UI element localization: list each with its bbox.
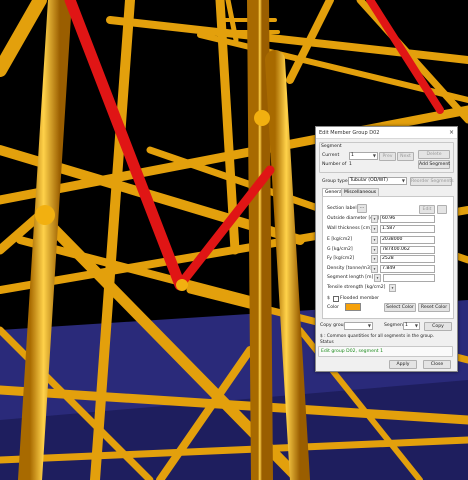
current-label: Current: [322, 153, 340, 158]
add-segment-button[interactable]: Add Segment: [418, 160, 450, 169]
fy-input[interactable]: 2528: [380, 255, 435, 263]
e-label: E [kg/cm2]: [327, 237, 353, 242]
copy-segment-label: Segment: [384, 323, 405, 328]
prev-button[interactable]: Prev: [379, 152, 396, 161]
fy-unit-button[interactable]: ▾: [371, 255, 378, 263]
copy-group-label: Copy group: [320, 323, 347, 328]
g-label: G [kg/cm2]: [327, 247, 353, 252]
outside-diameter-input[interactable]: 60.96: [380, 215, 435, 223]
copy-group-select[interactable]: ▼: [344, 322, 373, 330]
current-segment-select[interactable]: 1 ▼: [349, 152, 378, 160]
close-icon[interactable]: ×: [449, 129, 454, 136]
wt-label: Wall thickness [cm]: [327, 226, 372, 231]
reorder-segments-button[interactable]: Reorder Segments: [410, 177, 454, 186]
chevron-down-icon: ▼: [367, 323, 371, 328]
select-color-button[interactable]: Select Color: [384, 303, 416, 312]
density-unit-button[interactable]: ▾: [371, 265, 378, 273]
e-unit-button[interactable]: ▾: [371, 236, 378, 244]
density-input[interactable]: 7.849: [380, 265, 435, 273]
segment-length-input[interactable]: [383, 274, 435, 282]
fy-label: Fy [kg/cm2]: [327, 256, 355, 261]
status-label: Status: [320, 340, 334, 345]
copy-segment-select[interactable]: 1 ▼: [403, 322, 420, 330]
color-swatch[interactable]: [345, 303, 361, 311]
ellipsis-icon: ···: [359, 206, 365, 211]
wall-thickness-input[interactable]: 1.587: [380, 225, 435, 233]
g-input[interactable]: 787400.062: [380, 246, 435, 254]
wt-unit-button[interactable]: ▾: [371, 225, 378, 233]
common-quantities-note: $ : Common quantities for all segments i…: [320, 334, 435, 339]
section-browse-button[interactable]: ···: [357, 204, 367, 213]
edit-section-extra-button[interactable]: [437, 205, 447, 214]
group-type-value: Tubular (OD/WT): [350, 178, 388, 183]
chevron-down-icon: ▼: [401, 178, 405, 183]
density-label: Density [tonne/m3]: [327, 266, 372, 271]
group-type-select[interactable]: Tubular (OD/WT) ▼: [348, 177, 407, 185]
tensile-strength-unit-button[interactable]: ▾: [389, 284, 396, 292]
next-button[interactable]: Next: [397, 152, 414, 161]
e-input[interactable]: 2038000: [380, 236, 435, 244]
segment-length-unit-button[interactable]: ▾: [374, 274, 381, 282]
section-label: Section label: [327, 206, 357, 211]
flooded-member-label: Flooded member: [340, 296, 380, 301]
od-unit-button[interactable]: ▾: [371, 215, 378, 223]
reset-color-button[interactable]: Reset Color: [418, 303, 450, 312]
status-text: Edit group D02, segment 1: [321, 349, 383, 354]
chevron-down-icon: ▼: [414, 323, 418, 328]
dialog-title: Edit Member Group D02: [319, 129, 380, 136]
g-unit-button[interactable]: ▾: [371, 246, 378, 254]
close-button[interactable]: Close: [423, 360, 451, 369]
copy-button[interactable]: Copy: [424, 322, 452, 331]
apply-button[interactable]: Apply: [389, 360, 417, 369]
dollar-sign: $: [327, 296, 330, 301]
segment-group-label: Segment: [321, 144, 342, 149]
current-segment-value: 1: [351, 153, 354, 158]
group-type-label: Group type: [322, 179, 348, 184]
delete-button[interactable]: Delete: [418, 150, 450, 159]
segment-length-label: Segment length [m]: [327, 275, 374, 280]
dialog-title-bar[interactable]: Edit Member Group D02 ×: [316, 127, 457, 139]
color-label: Color: [327, 305, 339, 310]
flooded-member-checkbox[interactable]: [333, 296, 339, 302]
chevron-down-icon: ▼: [372, 153, 376, 158]
number-of-label: Number of: [322, 162, 347, 167]
tensile-strength-label: Tensile strength [kg/cm2]: [327, 285, 386, 290]
edit-section-button[interactable]: Edit: [419, 205, 435, 214]
number-of-value: 1: [349, 162, 352, 167]
copy-segment-value: 1: [405, 323, 408, 328]
